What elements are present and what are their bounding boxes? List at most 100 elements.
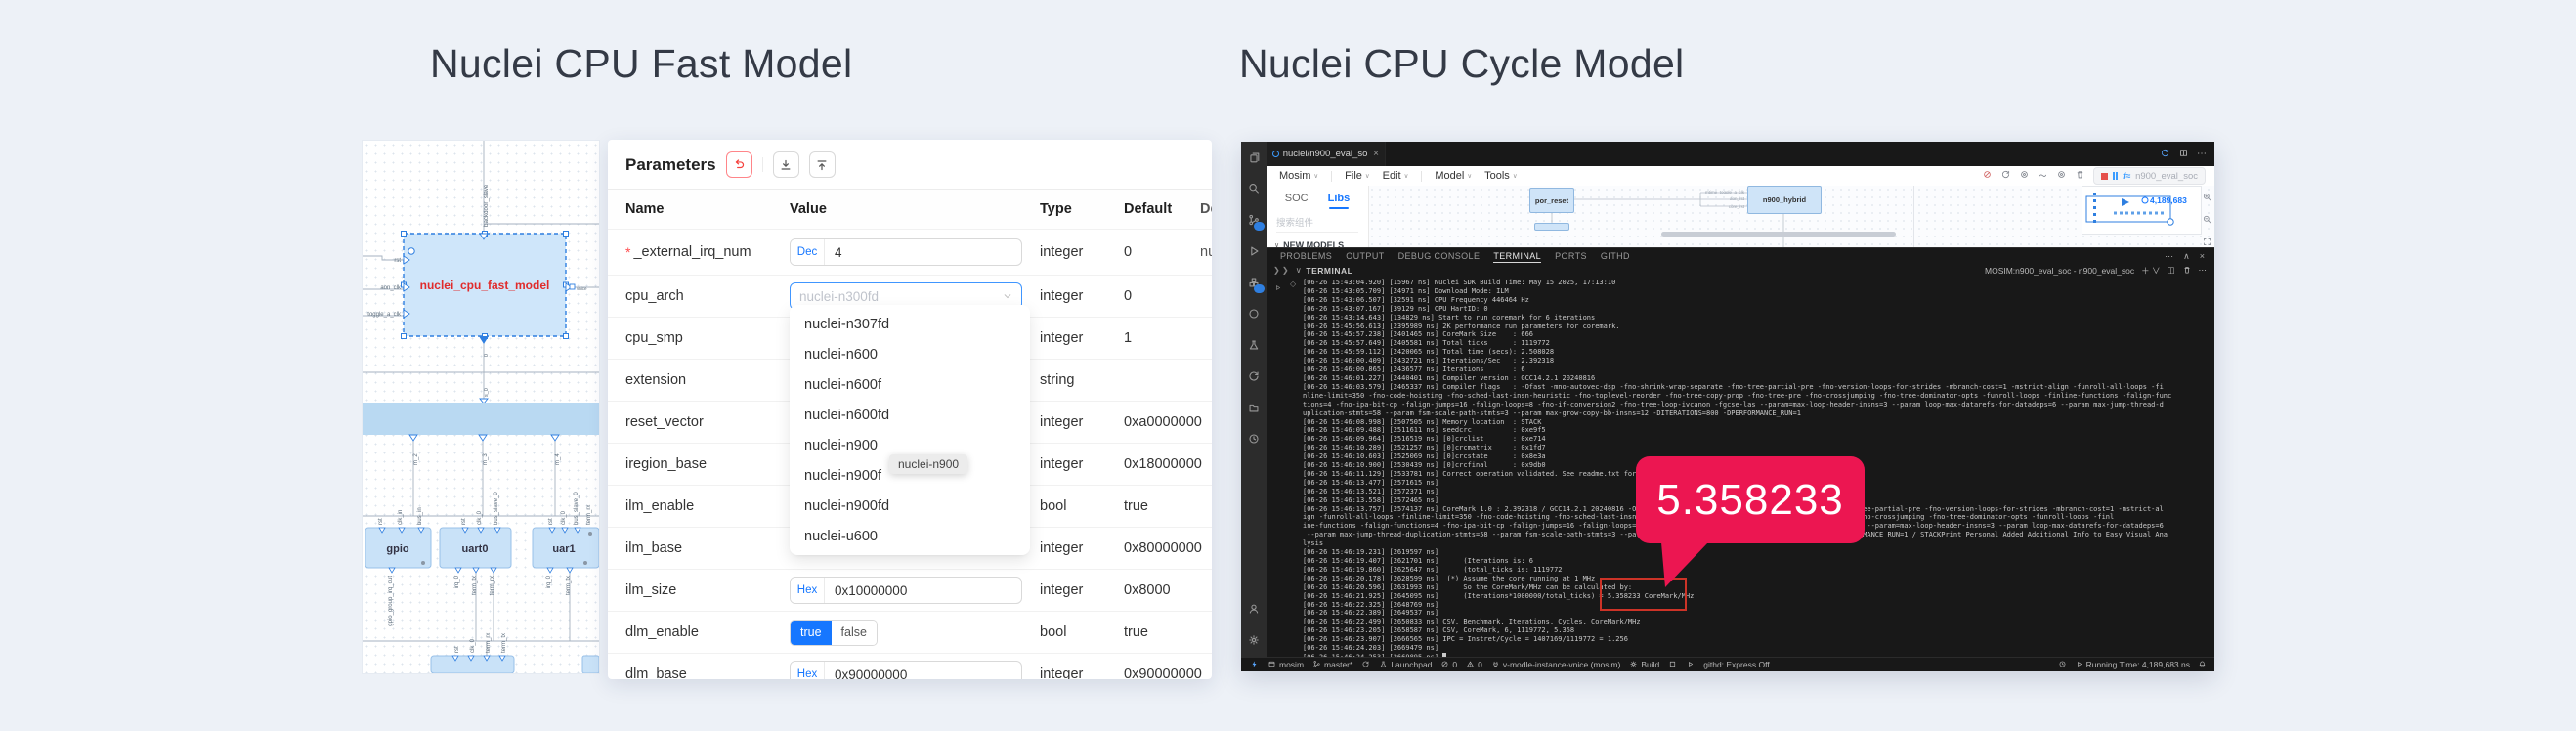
dropdown-option[interactable]: nuclei-u600	[794, 521, 1026, 551]
radix-tag[interactable]: Hex	[791, 662, 825, 679]
target-toolbar-icon[interactable]	[2056, 167, 2067, 185]
menu-model[interactable]: Model∨	[1435, 170, 1472, 182]
zoomin-icon[interactable]	[2202, 190, 2212, 207]
status-item-v-modle-instance-vnice-mosim[interactable]: v-modle-instance-vnice (mosim)	[1491, 660, 1620, 670]
more-actions-icon[interactable]: ⋯	[2199, 265, 2208, 276]
cpu-fast-model-block[interactable]: nuclei_cpu_fast_model	[402, 232, 576, 345]
bus-bar[interactable]	[363, 403, 599, 435]
gear-activity-icon[interactable]	[1241, 624, 1267, 656]
status-item-0[interactable]: 0	[1440, 660, 1457, 670]
close-panel-icon[interactable]: ×	[2200, 251, 2205, 262]
new-models-section[interactable]: ∨ NEW MODELS	[1274, 240, 1368, 247]
debug-activity-icon[interactable]	[1241, 236, 1267, 267]
folder-activity-icon[interactable]	[1241, 392, 1267, 423]
zoomout-icon[interactable]	[2202, 212, 2212, 230]
menu-file[interactable]: File∨	[1345, 170, 1370, 182]
status-item-sync[interactable]	[1361, 660, 1370, 670]
split-editor-icon[interactable]	[2178, 148, 2189, 161]
status-item-clock[interactable]	[2058, 660, 2067, 670]
dropdown-option[interactable]: nuclei-n600fd	[794, 400, 1026, 430]
panel-tab-terminal[interactable]: TERMINAL	[1493, 251, 1541, 263]
status-item-play[interactable]	[1686, 660, 1695, 670]
pause-icon[interactable]	[2113, 172, 2119, 180]
chevron-right-icon[interactable]: ❯ ❯	[1273, 266, 1289, 275]
terminal-process-label[interactable]: MOSIM:n900_eval_soc - n900_eval_soc	[1985, 266, 2134, 276]
more-actions-icon[interactable]: ⋯	[2197, 149, 2207, 159]
git-activity-icon[interactable]	[1241, 204, 1267, 236]
terminal-line: [06-26 15:46:22.499] [2650833 ns] CSV, B…	[1303, 618, 2214, 626]
status-item-zap[interactable]	[1250, 660, 1259, 670]
canvas-scrollbar[interactable]	[1661, 232, 1896, 236]
dropdown-option[interactable]: nuclei-n600f	[794, 369, 1026, 400]
param-value-input[interactable]: Hex0x10000000	[790, 577, 1022, 604]
dotred-toolbar-icon[interactable]	[1982, 167, 1993, 185]
status-item-bell[interactable]	[2198, 660, 2207, 670]
tab-libs[interactable]: Libs	[1328, 193, 1351, 204]
new-terminal-icon[interactable]: ＋ ∨	[2141, 265, 2160, 277]
toggle-false[interactable]: false	[832, 621, 877, 645]
vscode-statusbar: mosim master* Launchpad 00 v-modle-instance-…	[1241, 657, 2214, 671]
n900-hybrid-block[interactable]: n900_hybrid	[1747, 186, 1822, 214]
circle-activity-icon[interactable]	[1241, 298, 1267, 329]
clock-activity-icon[interactable]	[1241, 423, 1267, 454]
sync-activity-icon[interactable]	[1241, 361, 1267, 392]
panel-tab-githd[interactable]: GITHD	[1601, 251, 1630, 262]
panel-tab-ports[interactable]: PORTS	[1555, 251, 1587, 262]
partial-block[interactable]	[1534, 223, 1569, 231]
menu-tools[interactable]: Tools∨	[1484, 170, 1517, 182]
flask-activity-icon[interactable]	[1241, 329, 1267, 361]
kill-terminal-icon[interactable]	[2182, 265, 2192, 277]
uart0-block[interactable]: uart0	[440, 528, 511, 568]
por-reset-block[interactable]: por_reset	[1529, 188, 1574, 213]
files-activity-icon[interactable]	[1241, 142, 1267, 173]
param-value-input[interactable]: Hex0x90000000	[790, 661, 1022, 679]
dropdown-option[interactable]: nuclei-n600	[794, 339, 1026, 369]
account-activity-icon[interactable]	[1241, 593, 1267, 624]
gpio-block[interactable]: gpio	[365, 528, 431, 568]
soc-canvas[interactable]: por_reset mtime_toggle_a_clk aon_rst cor…	[1368, 186, 2214, 247]
chevron-down-icon[interactable]: ∨	[1296, 265, 1303, 276]
search-activity-icon[interactable]	[1241, 173, 1267, 204]
import-parameters-button[interactable]	[773, 151, 799, 178]
toggle-true[interactable]: true	[791, 621, 832, 645]
status-item-mosim[interactable]: mosim	[1267, 660, 1304, 670]
sync-colored-icon[interactable]	[2160, 148, 2170, 161]
link-toolbar-icon[interactable]	[2038, 167, 2048, 185]
simulation-run-box[interactable]: f≈n900_eval_soc	[2093, 167, 2206, 185]
trash-toolbar-icon[interactable]	[2075, 167, 2085, 185]
dropdown-option[interactable]: nuclei-n900fd	[794, 491, 1026, 521]
radix-tag[interactable]: Hex	[791, 578, 825, 603]
param-value-input[interactable]: Dec4	[790, 238, 1022, 266]
menu-edit[interactable]: Edit∨	[1383, 170, 1409, 182]
status-item-build[interactable]: Build	[1629, 660, 1659, 670]
target-toolbar-icon[interactable]	[2019, 167, 2030, 185]
reset-parameters-button[interactable]	[726, 151, 752, 178]
panel-tab-output[interactable]: OUTPUT	[1346, 251, 1384, 262]
fit-icon[interactable]	[2202, 235, 2212, 247]
close-tab-icon[interactable]: ×	[1373, 149, 1379, 159]
sync-toolbar-icon[interactable]	[2000, 167, 2011, 185]
status-item-master[interactable]: master*	[1312, 660, 1352, 670]
more-actions-icon[interactable]: ⋯	[2165, 251, 2173, 262]
dropdown-option[interactable]: nuclei-n307fd	[794, 309, 1026, 339]
status-item-running-time-4-189-683-ns[interactable]: Running Time: 4,189,683 ns	[2075, 660, 2190, 670]
component-search-input[interactable]: 搜索组件	[1276, 215, 1358, 233]
panel-tab-debug-console[interactable]: DEBUG CONSOLE	[1398, 251, 1481, 262]
status-item-launchpad[interactable]: Launchpad	[1379, 660, 1432, 670]
maximize-panel-icon[interactable]: ∧	[2183, 251, 2190, 262]
editor-tab[interactable]: nuclei/n900_eval_soc ×	[1267, 142, 1386, 166]
stop-icon[interactable]	[2101, 173, 2108, 180]
export-parameters-button[interactable]	[809, 151, 836, 178]
ext-activity-icon[interactable]	[1241, 267, 1267, 298]
bool-toggle[interactable]: truefalse	[790, 620, 878, 646]
overview-minimap[interactable]: 4,189,683	[2082, 186, 2202, 235]
status-item-0[interactable]: 0	[1466, 660, 1482, 670]
status-item-githd-express-off[interactable]: githd: Express Off	[1703, 660, 1769, 669]
canvas-zoom-tools[interactable]	[2202, 190, 2212, 247]
split-terminal-icon[interactable]: ◫	[2167, 265, 2174, 276]
menu-mosim[interactable]: Mosim∨	[1279, 170, 1318, 182]
status-item-box[interactable]	[1668, 660, 1677, 670]
tab-soc[interactable]: SOC	[1285, 193, 1309, 204]
radix-tag[interactable]: Dec	[791, 239, 825, 265]
panel-tab-problems[interactable]: PROBLEMS	[1280, 251, 1332, 262]
